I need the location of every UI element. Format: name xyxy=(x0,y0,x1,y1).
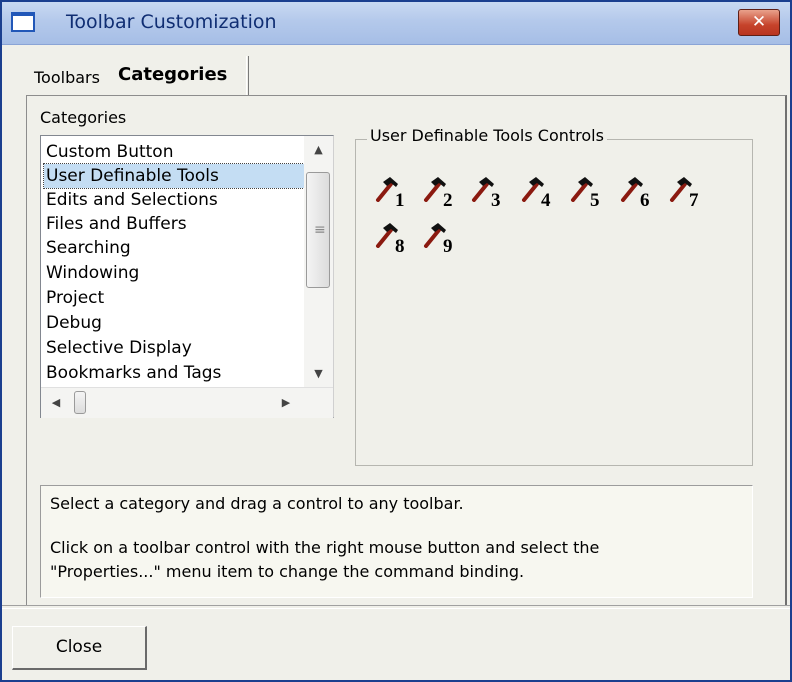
tool-number-label: 7 xyxy=(689,190,699,211)
help-line-1: Select a category and drag a control to … xyxy=(50,494,464,513)
list-item[interactable]: Windowing xyxy=(46,261,139,285)
tool-control-9[interactable]: 9 xyxy=(422,220,464,260)
list-item[interactable]: Bookmarks and Tags xyxy=(46,361,221,385)
toolbar-customization-dialog: Toolbar Customization ✕ Toolbars Categor… xyxy=(0,0,792,682)
categories-horizontal-scrollbar[interactable]: ◀ ▶ xyxy=(41,387,333,418)
tool-control-1[interactable]: 1 xyxy=(374,174,416,214)
scroll-left-arrow-icon[interactable]: ◀ xyxy=(41,388,71,418)
tool-number-label: 5 xyxy=(590,190,600,211)
tool-control-2[interactable]: 2 xyxy=(422,174,464,214)
title-bar[interactable]: Toolbar Customization ✕ xyxy=(2,2,790,45)
tool-control-3[interactable]: 3 xyxy=(470,174,512,214)
list-item[interactable]: Searching xyxy=(46,236,131,260)
help-line-2: Click on a toolbar control with the righ… xyxy=(50,538,600,557)
scroll-down-arrow-icon[interactable]: ▼ xyxy=(304,360,333,388)
horizontal-scroll-thumb[interactable] xyxy=(74,391,86,414)
tool-number-label: 6 xyxy=(640,190,650,211)
tool-number-label: 9 xyxy=(443,236,453,257)
list-item[interactable]: Files and Buffers xyxy=(46,212,187,236)
vertical-scroll-thumb[interactable]: ≡ xyxy=(306,172,330,288)
tool-control-7[interactable]: 7 xyxy=(668,174,710,214)
tool-number-label: 2 xyxy=(443,190,453,211)
list-item[interactable]: Custom Button xyxy=(46,140,173,164)
tool-control-6[interactable]: 6 xyxy=(619,174,661,214)
window-close-button[interactable]: ✕ xyxy=(738,9,780,36)
divider xyxy=(2,605,790,609)
window-icon xyxy=(11,12,35,32)
tool-control-8[interactable]: 8 xyxy=(374,220,416,260)
list-item[interactable]: Project xyxy=(46,286,104,310)
tool-number-label: 1 xyxy=(395,190,405,211)
close-button[interactable]: Close xyxy=(12,626,147,670)
list-item[interactable]: Selective Display xyxy=(46,336,192,360)
tool-control-5[interactable]: 5 xyxy=(569,174,611,214)
tool-number-label: 3 xyxy=(491,190,501,211)
categories-vertical-scrollbar[interactable]: ▲ ≡ ▼ xyxy=(304,136,333,388)
list-item[interactable]: Debug xyxy=(46,311,102,335)
scroll-up-arrow-icon[interactable]: ▲ xyxy=(304,136,333,164)
list-item[interactable]: Edits and Selections xyxy=(46,188,218,212)
controls-group-label: User Definable Tools Controls xyxy=(367,126,607,145)
tool-number-label: 4 xyxy=(541,190,551,211)
scroll-right-arrow-icon[interactable]: ▶ xyxy=(271,388,301,418)
list-item-selected[interactable]: User Definable Tools xyxy=(43,163,305,189)
window-title: Toolbar Customization xyxy=(66,11,277,33)
categories-listbox[interactable]: Custom Button User Definable Tools Edits… xyxy=(40,135,334,418)
tab-divider xyxy=(246,56,249,96)
help-line-3: "Properties..." menu item to change the … xyxy=(50,562,525,581)
tab-toolbars[interactable]: Toolbars xyxy=(34,68,100,87)
categories-label: Categories xyxy=(40,108,127,127)
tool-number-label: 8 xyxy=(395,236,405,257)
help-text-box: Select a category and drag a control to … xyxy=(40,485,753,598)
tool-control-4[interactable]: 4 xyxy=(520,174,562,214)
grip-icon: ≡ xyxy=(314,222,326,238)
tab-categories[interactable]: Categories xyxy=(118,64,227,85)
